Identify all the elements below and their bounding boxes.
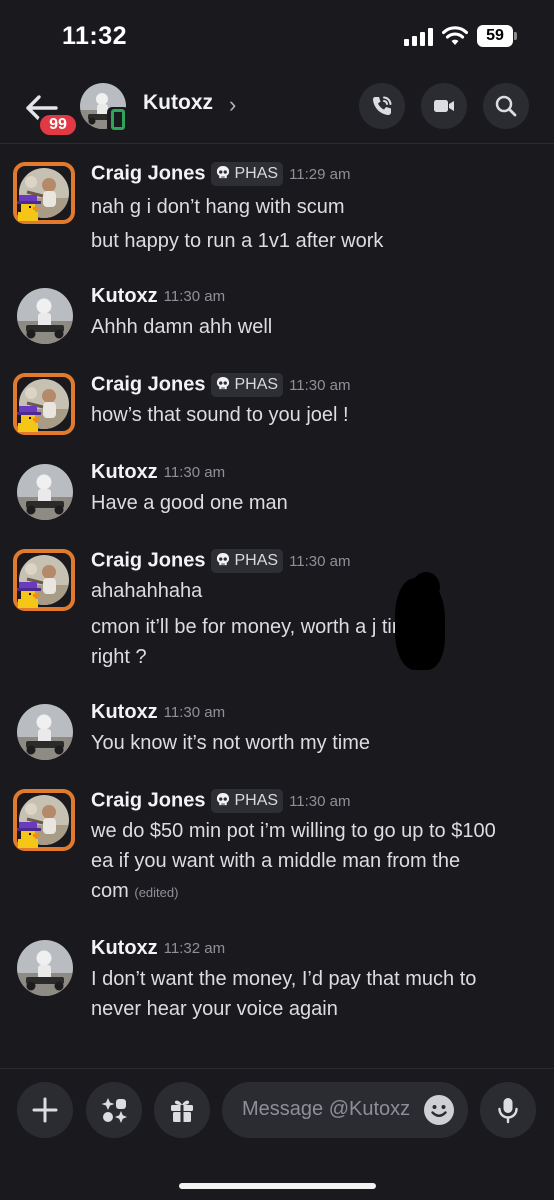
author-avatar[interactable] xyxy=(17,940,73,996)
author-name[interactable]: Craig Jones xyxy=(91,550,205,572)
message-header: Kutoxz 11:30 am xyxy=(91,701,225,727)
message-input-placeholder: Message @Kutoxz xyxy=(242,1098,411,1120)
wifi-icon xyxy=(442,26,468,45)
search-button[interactable] xyxy=(483,83,529,129)
server-tag[interactable]: PHAS xyxy=(211,162,284,186)
author-avatar[interactable] xyxy=(17,704,73,760)
skull-icon xyxy=(215,792,234,809)
author-name[interactable]: Kutoxz xyxy=(91,461,158,483)
message-text[interactable]: You know it’s not worth my time xyxy=(91,732,370,755)
video-call-button[interactable] xyxy=(421,83,467,129)
voice-call-button[interactable] xyxy=(359,83,405,129)
message-header: Craig Jones PHAS 11:30 am xyxy=(91,789,351,815)
author-name[interactable]: Kutoxz xyxy=(91,701,158,723)
message-timestamp: 11:30 am xyxy=(163,464,226,481)
message-timestamp: 11:30 am xyxy=(289,376,351,394)
message-input[interactable]: Message @Kutoxz xyxy=(222,1082,468,1138)
cellular-signal-icon xyxy=(404,28,434,46)
duck-decoration-icon xyxy=(17,822,41,848)
author-avatar[interactable] xyxy=(17,288,73,344)
author-avatar[interactable] xyxy=(17,464,73,520)
status-bar: 11:32 59 xyxy=(0,0,554,74)
message-text[interactable]: we do $50 min pot i’m willing to go up t… xyxy=(91,820,496,843)
message-text[interactable]: never hear your voice again xyxy=(91,998,338,1021)
voice-message-button[interactable] xyxy=(480,1082,536,1138)
message-header: Kutoxz 11:30 am xyxy=(91,285,225,311)
message-text[interactable]: ea if you want with a middle man from th… xyxy=(91,850,460,873)
duck-decoration-icon xyxy=(17,582,41,608)
contact-name[interactable]: Kutoxz xyxy=(143,91,213,115)
message-text[interactable]: Have a good one man xyxy=(91,492,288,515)
message-header: Craig Jones PHAS 11:30 am xyxy=(91,373,351,399)
emoji-icon[interactable] xyxy=(424,1095,454,1125)
gift-button[interactable] xyxy=(154,1082,210,1138)
battery-icon: 59 xyxy=(477,25,517,47)
message-header: Kutoxz 11:32 am xyxy=(91,937,225,963)
author-avatar[interactable] xyxy=(13,162,75,224)
message-text[interactable]: com (edited) xyxy=(91,880,178,903)
message-header: Kutoxz 11:30 am xyxy=(91,461,225,487)
unread-badge: 99 xyxy=(37,112,79,138)
composer-bar: Message @Kutoxz xyxy=(0,1068,554,1200)
status-time: 11:32 xyxy=(62,22,128,50)
author-name[interactable]: Kutoxz xyxy=(91,285,158,307)
message-text[interactable]: ahahahhaha xyxy=(91,580,202,603)
search-icon xyxy=(495,95,517,117)
message-text[interactable]: right ? xyxy=(91,646,147,669)
author-name[interactable]: Craig Jones xyxy=(91,790,205,812)
phone-call-icon xyxy=(373,96,392,115)
message-timestamp: 11:29 am xyxy=(289,165,351,183)
author-name[interactable]: Craig Jones xyxy=(91,163,205,185)
message-timestamp: 11:30 am xyxy=(289,552,351,570)
chevron-right-icon[interactable]: › xyxy=(229,92,236,118)
skull-icon xyxy=(215,376,234,393)
plus-icon xyxy=(32,1097,58,1123)
author-avatar[interactable] xyxy=(13,789,75,851)
server-tag-label: PHAS xyxy=(234,792,279,809)
microphone-icon xyxy=(498,1098,518,1124)
message-text[interactable]: cmon it’ll be for money, worth a j time xyxy=(91,616,420,639)
message-header: Craig Jones PHAS 11:30 am xyxy=(91,549,351,575)
server-tag-label: PHAS xyxy=(234,165,279,182)
redaction-mark xyxy=(412,572,440,602)
message-timestamp: 11:32 am xyxy=(163,940,226,957)
server-tag-label: PHAS xyxy=(234,376,279,393)
author-avatar[interactable] xyxy=(13,549,75,611)
dm-header: 99 Kutoxz › xyxy=(0,74,554,144)
duck-decoration-icon xyxy=(17,195,41,221)
gift-icon xyxy=(171,1100,193,1122)
apps-button[interactable] xyxy=(86,1082,142,1138)
server-tag[interactable]: PHAS xyxy=(211,549,284,573)
message-header: Craig Jones PHAS 11:29 am xyxy=(91,162,351,188)
apps-icon xyxy=(101,1098,127,1123)
server-tag[interactable]: PHAS xyxy=(211,789,284,813)
skull-icon xyxy=(215,552,234,569)
message-text[interactable]: but happy to run a 1v1 after work xyxy=(91,230,383,253)
mobile-online-icon xyxy=(107,107,129,133)
video-camera-icon xyxy=(434,100,454,112)
message-timestamp: 11:30 am xyxy=(163,704,226,721)
message-timestamp: 11:30 am xyxy=(163,288,226,305)
message-text[interactable]: nah g i don’t hang with scum xyxy=(91,196,345,219)
author-avatar[interactable] xyxy=(13,373,75,435)
message-text[interactable]: Ahhh damn ahh well xyxy=(91,316,272,339)
author-name[interactable]: Craig Jones xyxy=(91,374,205,396)
message-text[interactable]: how’s that sound to you joel ! xyxy=(91,404,349,427)
server-tag-label: PHAS xyxy=(234,552,279,569)
add-attachment-button[interactable] xyxy=(17,1082,73,1138)
home-indicator xyxy=(179,1183,376,1189)
server-tag[interactable]: PHAS xyxy=(211,373,284,397)
edited-label: (edited) xyxy=(134,885,179,900)
message-timestamp: 11:30 am xyxy=(289,792,351,810)
author-name[interactable]: Kutoxz xyxy=(91,937,158,959)
skull-icon xyxy=(215,165,234,182)
duck-decoration-icon xyxy=(17,406,41,432)
message-text[interactable]: I don’t want the money, I’d pay that muc… xyxy=(91,968,476,991)
battery-level: 59 xyxy=(477,25,513,47)
